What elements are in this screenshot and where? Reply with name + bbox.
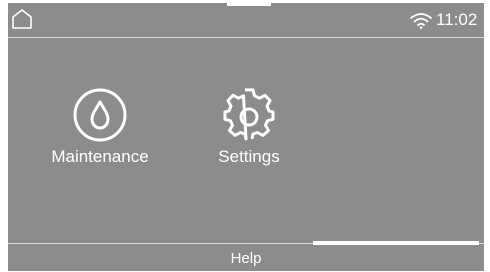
wifi-icon xyxy=(410,13,432,29)
home-icon[interactable] xyxy=(11,8,33,30)
maintenance-label: Maintenance xyxy=(51,147,149,166)
water-drop-icon xyxy=(73,88,127,142)
clock-time: 11:02 xyxy=(436,10,478,29)
status-bar: 11:02 xyxy=(8,3,484,37)
page-indicator xyxy=(313,241,479,245)
settings-tile[interactable]: Settings xyxy=(204,83,294,177)
maintenance-tile[interactable]: Maintenance xyxy=(38,83,162,177)
gear-icon xyxy=(223,88,275,141)
status-divider xyxy=(8,37,484,38)
help-button[interactable]: Help xyxy=(204,249,288,269)
settings-label: Settings xyxy=(218,147,280,166)
device-screen: 11:02 Maintenance Settings Help xyxy=(8,3,484,271)
